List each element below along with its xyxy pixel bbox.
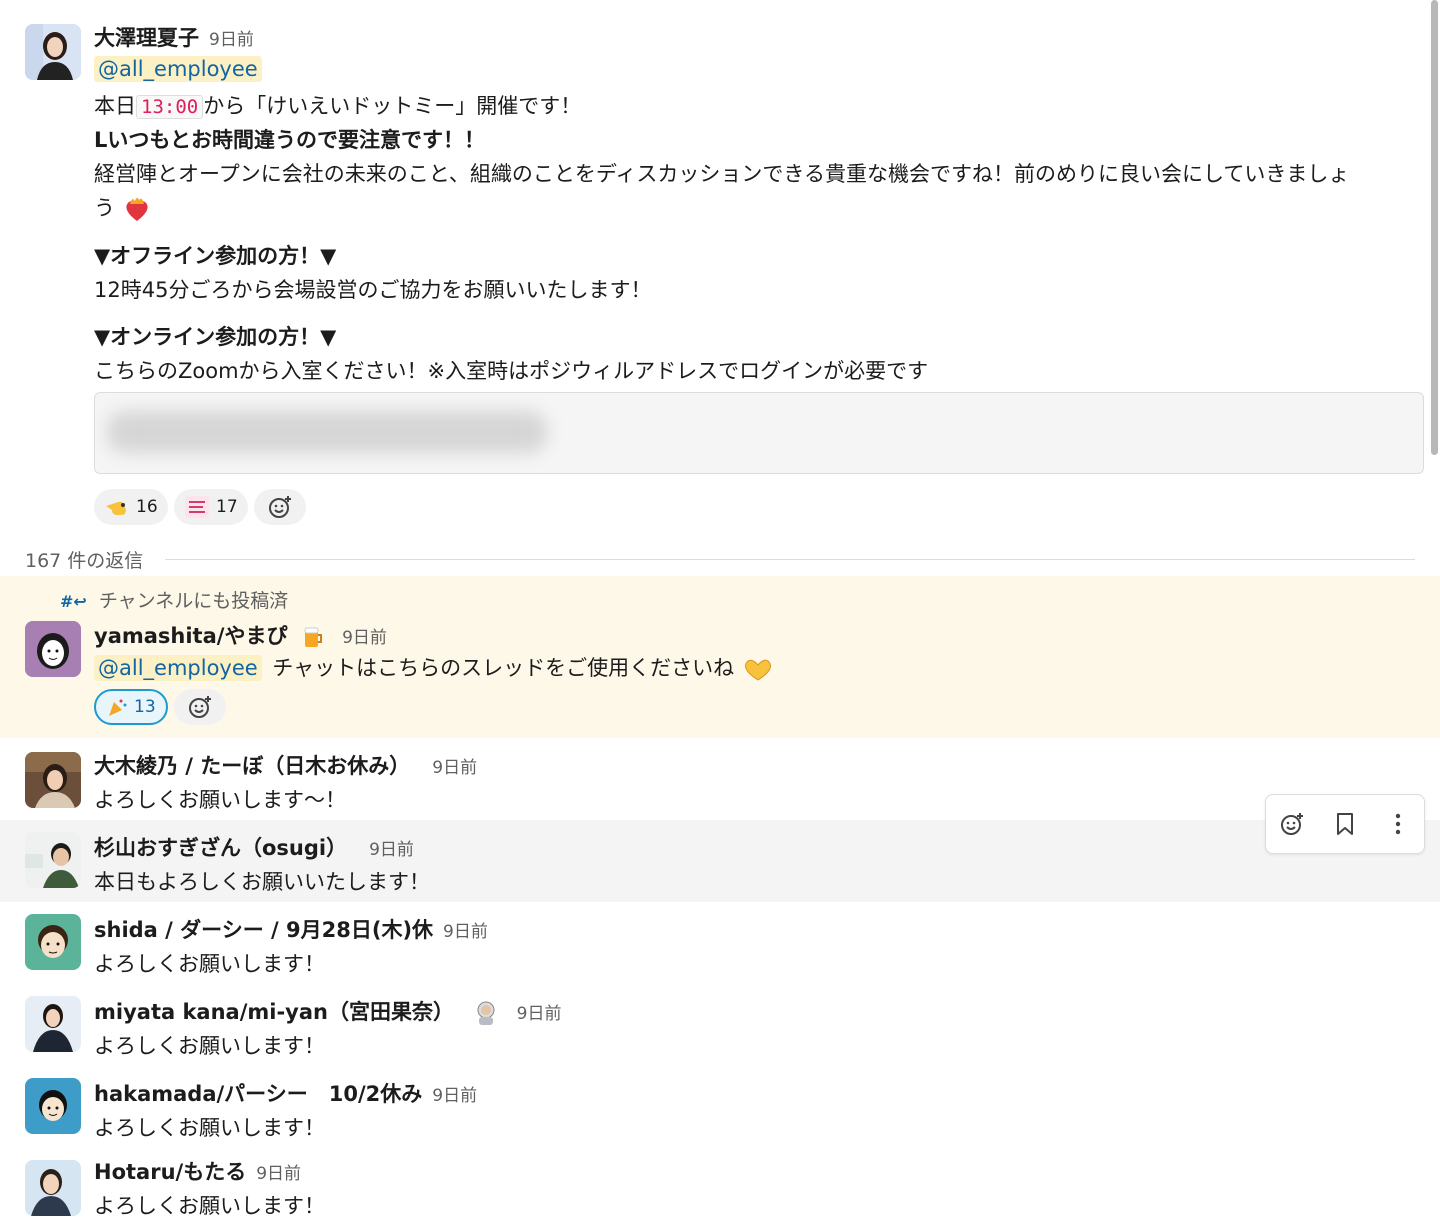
divider-line — [165, 559, 1415, 560]
avatar[interactable] — [25, 1160, 81, 1216]
reply-message[interactable]: miyata kana/mi-yan（宮田果奈） 9日前 よろしくお願いします！ — [0, 984, 1440, 1066]
section-heading: ▼オンライン参加の方！▼ — [94, 325, 337, 349]
reaction-party[interactable]: 13 — [94, 689, 168, 725]
message-line: 12時45分ごろから会場設営のご協力をお願いいたします！ — [94, 278, 652, 302]
reply-message[interactable]: Hotaru/もたる 9日前 よろしくお願いします！ — [0, 1148, 1440, 1226]
message-time[interactable]: 9日前 — [369, 840, 414, 860]
message-time[interactable]: 9日前 — [342, 628, 387, 648]
add-reaction-button[interactable] — [174, 689, 226, 725]
add-reaction-button[interactable] — [254, 489, 306, 525]
message-line: う — [94, 192, 152, 224]
message-hover-toolbar — [1265, 794, 1425, 854]
message-author[interactable]: Hotaru/もたる 9日前 — [94, 1156, 301, 1186]
message-time[interactable]: 9日前 — [432, 758, 477, 778]
message-author[interactable]: shida / ダーシー / 9月28日(木)休 9日前 — [94, 914, 488, 944]
message-time[interactable]: 9日前 — [256, 1164, 301, 1184]
message-text: よろしくお願いします！ — [94, 1034, 325, 1058]
parent-message: 大澤理夏子 9日前 @all_employee 本日 13:00 から「けいえいドット… — [0, 0, 1440, 540]
message-text: 本日もよろしくお願いいたします！ — [94, 870, 430, 894]
message-time[interactable]: 9日前 — [517, 1004, 562, 1024]
message-line: Lいつもとお時間違うので要注意です！！ — [94, 128, 485, 152]
save-for-later-button[interactable] — [1325, 804, 1365, 844]
blurred-link — [107, 411, 547, 453]
more-vertical-icon — [1395, 813, 1400, 835]
pointing-hand-emoji — [106, 501, 126, 515]
message-text: よろしくお願いします〜！ — [94, 788, 346, 812]
add-reaction-icon — [189, 696, 211, 718]
avatar[interactable] — [25, 1078, 81, 1134]
reply-count: 167 件の返信 — [25, 550, 144, 572]
reaction-thanks[interactable]: 17 — [174, 489, 248, 525]
reply-message[interactable]: shida / ダーシー / 9月28日(木)休 9日前 よろしくお願いします！ — [0, 902, 1440, 984]
party-popper-emoji — [109, 699, 127, 716]
message-time[interactable]: 9日前 — [432, 1086, 477, 1106]
reply-message-hovered[interactable]: 杉山おすぎざん（osugi） 9日前 本日もよろしくお願いいたします！ — [0, 820, 1440, 902]
message-line: @all_employee チャットはこちらのスレッドをご使用くださいね — [94, 652, 775, 682]
thanks-stamp-emoji — [185, 496, 209, 518]
avatar[interactable] — [25, 24, 81, 80]
message-text: よろしくお願いします！ — [94, 1194, 325, 1218]
message-author[interactable]: yamashita/やまぴ 9日前 — [94, 620, 387, 650]
heart-hands-emoji — [744, 659, 771, 681]
reply-message[interactable]: 大木綾乃 / たーぼ（日木お休み） 9日前 よろしくお願いします〜！ — [0, 738, 1440, 820]
message-author[interactable]: 杉山おすぎざん（osugi） 9日前 — [94, 832, 414, 862]
add-reaction-icon — [1281, 813, 1304, 835]
message-line: @all_employee — [94, 56, 262, 82]
message-time[interactable]: 9日前 — [209, 30, 254, 50]
bookmark-icon — [1336, 813, 1353, 835]
message-author[interactable]: 大澤理夏子 9日前 — [94, 22, 254, 52]
inline-code: 13:00 — [136, 95, 204, 119]
channel-broadcast-icon: #↩ — [60, 592, 87, 611]
message-author[interactable]: hakamada/パーシー 10/2休み 9日前 — [94, 1078, 477, 1108]
mention[interactable]: @all_employee — [94, 56, 262, 82]
avatar[interactable] — [25, 621, 81, 677]
message-line: 経営陣とオープンに会社の未来のこと、組織のことをディスカッションできる貴重な機会… — [94, 162, 1350, 186]
message-author[interactable]: 大木綾乃 / たーぼ（日木お休み） 9日前 — [94, 750, 477, 780]
add-reaction-button[interactable] — [1272, 804, 1312, 844]
reply-count-divider: 167 件の返信 — [25, 546, 1415, 572]
message-line: こちらのZoomから入室ください！※入室時はポジウィルアドレスでログインが必要で… — [94, 359, 929, 383]
more-actions-button[interactable] — [1378, 804, 1418, 844]
avatar[interactable] — [25, 914, 81, 970]
message-text: よろしくお願いします！ — [94, 952, 325, 976]
reaction-pointing[interactable]: 16 — [94, 489, 168, 525]
heart-on-fire-emoji — [126, 197, 148, 221]
message-line: 本日 13:00 から「けいえいドットミー」開催です！ — [94, 94, 582, 119]
section-heading: ▼オフライン参加の方！▼ — [94, 244, 337, 268]
add-reaction-icon — [269, 496, 291, 518]
avatar[interactable] — [25, 752, 81, 808]
reply-message[interactable]: hakamada/パーシー 10/2休み 9日前 よろしくお願いします！ — [0, 1066, 1440, 1148]
avatar[interactable] — [25, 996, 81, 1052]
message-author[interactable]: miyata kana/mi-yan（宮田果奈） 9日前 — [94, 996, 561, 1026]
message-time[interactable]: 9日前 — [443, 922, 488, 942]
message-text: よろしくお願いします！ — [94, 1116, 325, 1140]
astronaut-emoji — [477, 1001, 495, 1025]
broadcast-message: #↩ チャンネルにも投稿済 yamashita/やまぴ 9日前 @all_emp… — [0, 576, 1440, 738]
broadcast-label: #↩ チャンネルにも投稿済 — [60, 590, 289, 612]
beer-emoji — [304, 627, 322, 647]
mention[interactable]: @all_employee — [94, 655, 262, 681]
avatar[interactable] — [25, 832, 81, 888]
link-preview-blurred[interactable] — [94, 392, 1424, 474]
